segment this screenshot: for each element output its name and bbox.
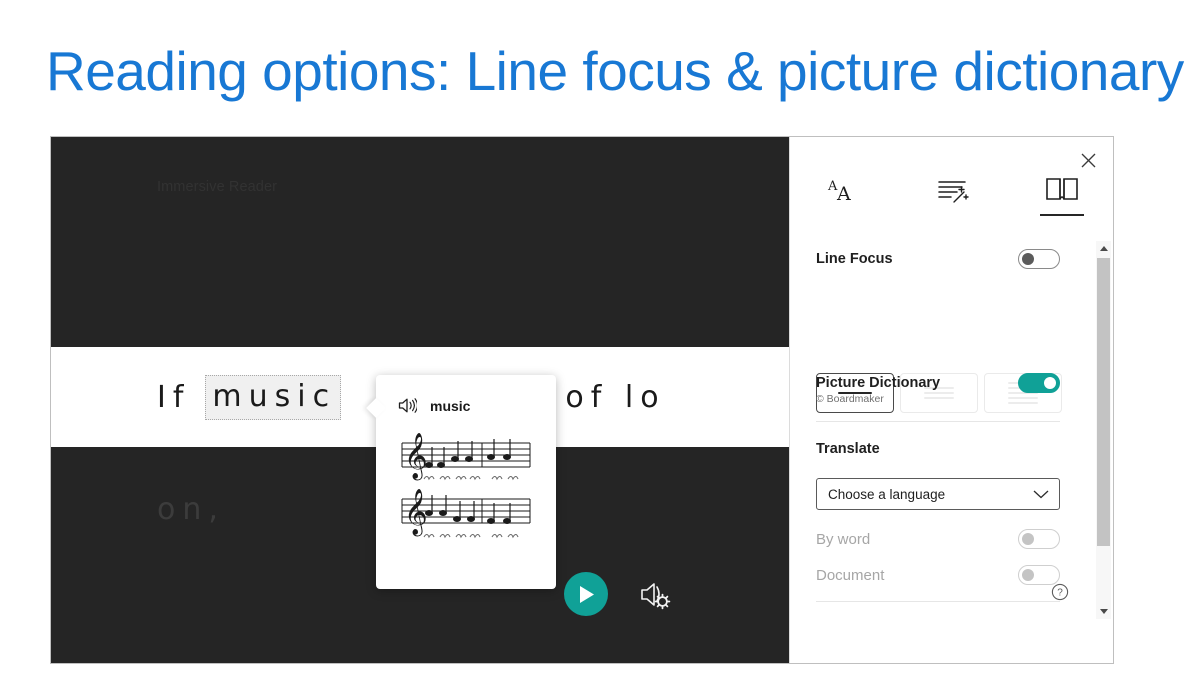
panel-scrollbar[interactable]	[1096, 241, 1111, 619]
scrollbar-down-arrow[interactable]	[1096, 604, 1111, 619]
sheet-music-illustration: 𝄞 𝄞	[401, 433, 531, 539]
panel-tab-bar: A A	[790, 165, 1113, 217]
svg-text:A: A	[836, 183, 851, 205]
translate-label: Translate	[816, 441, 880, 457]
chevron-down-icon	[1033, 490, 1049, 499]
setting-row-picture-dictionary: Picture Dictionary	[816, 373, 1060, 393]
toggle-knob	[1022, 533, 1034, 545]
line-focus-label: Line Focus	[816, 251, 893, 267]
focus-line-bar	[924, 397, 954, 399]
page-title: Reading options: Line focus & picture di…	[46, 40, 1184, 102]
caret-up-icon	[1099, 245, 1108, 251]
help-circle-icon[interactable]: ?	[1051, 583, 1069, 601]
by-word-label: By word	[816, 530, 871, 548]
svg-text:𝄞: 𝄞	[404, 433, 428, 481]
toggle-knob	[1022, 569, 1034, 581]
toggle-knob	[1044, 377, 1056, 389]
setting-row-document: Document	[816, 565, 1060, 585]
panel-scroll-body: Line Focus Picture Dictionary © Boardmak…	[790, 229, 1113, 663]
speaker-gear-icon	[641, 583, 671, 610]
picture-dictionary-sublabel: © Boardmaker	[816, 393, 884, 405]
text-word-if: If	[157, 379, 191, 415]
language-select-value: Choose a language	[828, 486, 946, 502]
voice-settings-button[interactable]	[639, 579, 673, 611]
toggle-knob	[1022, 253, 1034, 265]
line-focus-toggle[interactable]	[1018, 249, 1060, 269]
svg-text:𝄞: 𝄞	[404, 489, 428, 537]
tab-underline	[1039, 214, 1084, 216]
help-question-icon: ?	[1051, 583, 1069, 601]
panel-content: Line Focus Picture Dictionary © Boardmak…	[790, 229, 1090, 663]
picture-dictionary-popup: music 𝄞 𝄞	[376, 375, 556, 589]
svg-text:?: ?	[1057, 588, 1063, 599]
line-focus-dim-top	[51, 137, 789, 347]
document-label: Document	[816, 566, 885, 584]
scrollbar-thumb[interactable]	[1097, 258, 1110, 546]
open-book-icon	[1045, 178, 1078, 200]
picture-dictionary-header: music	[398, 397, 470, 414]
play-button[interactable]	[564, 572, 608, 616]
reading-preferences-panel: A A Line Focus Picture Dictionary © Boar…	[789, 137, 1113, 663]
picture-dictionary-word: music	[430, 397, 471, 414]
speaker-icon[interactable]	[398, 397, 417, 414]
focus-line-bar	[1008, 397, 1038, 399]
highlighted-word-music[interactable]: music	[205, 374, 342, 420]
tab-grammar-options[interactable]	[899, 165, 1008, 217]
caret-down-icon	[1099, 608, 1108, 614]
tab-text-preferences[interactable]: A A	[790, 165, 899, 217]
immersive-reader-screenshot: Immersive Reader If music ood of lo on,	[50, 136, 1114, 664]
setting-row-translate: Translate	[816, 441, 1060, 457]
play-triangle-icon	[579, 585, 594, 603]
focus-line-bar	[1008, 402, 1038, 404]
picture-dictionary-toggle[interactable]	[1018, 373, 1060, 393]
dimmed-text-line: on,	[157, 492, 225, 527]
tab-reading-preferences[interactable]	[1007, 165, 1113, 217]
divider	[816, 601, 1060, 602]
setting-row-by-word: By word	[816, 529, 1060, 549]
document-title: Immersive Reader	[157, 179, 278, 195]
by-word-toggle[interactable]	[1018, 529, 1060, 549]
setting-row-line-focus: Line Focus	[816, 249, 1060, 269]
divider	[816, 421, 1060, 422]
picture-dictionary-label: Picture Dictionary	[816, 375, 941, 391]
reading-surface: Immersive Reader If music ood of lo on,	[51, 137, 789, 663]
language-select[interactable]: Choose a language	[816, 478, 1060, 510]
scrollbar-up-arrow[interactable]	[1096, 241, 1111, 256]
grammar-wand-icon	[938, 181, 969, 203]
document-toggle[interactable]	[1018, 565, 1060, 585]
text-size-icon: A A	[827, 179, 851, 205]
